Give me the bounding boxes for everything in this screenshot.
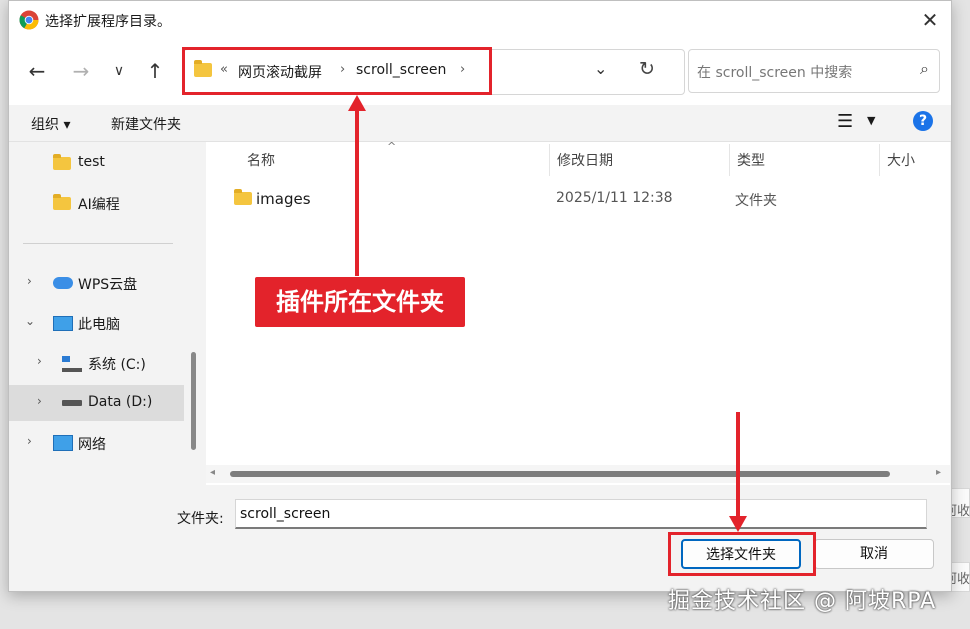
annotation-line (736, 412, 740, 518)
nav-item-label: AI编程 (78, 197, 120, 213)
search-box[interactable]: 在 scroll_screen 中搜索 ⌕ (688, 49, 940, 93)
nav-item-drive-c[interactable]: › 系统 (C:) (9, 345, 184, 381)
column-header-size[interactable]: 大小 (887, 150, 915, 170)
system-drive-icon (62, 356, 82, 372)
column-header-type[interactable]: 类型 (737, 150, 765, 170)
folder-icon (53, 154, 71, 170)
computer-icon (53, 316, 73, 331)
scrollbar-thumb[interactable] (230, 471, 890, 477)
forward-button[interactable]: → (67, 57, 95, 85)
file-name[interactable]: images (256, 190, 311, 208)
address-dropdown-button[interactable]: ⌄ (594, 59, 607, 78)
folder-field-label: 文件夹: (177, 511, 224, 527)
title-bar: 选择扩展程序目录。 ✕ (9, 1, 951, 39)
annotation-line (355, 108, 359, 276)
nav-item-label: test (78, 154, 105, 170)
nav-item-label: Data (D:) (88, 394, 153, 410)
chevron-down-icon[interactable]: ⌄ (25, 314, 35, 328)
file-type: 文件夹 (735, 193, 777, 209)
column-header-modified[interactable]: 修改日期 (557, 150, 613, 170)
nav-item-this-pc[interactable]: ⌄ 此电脑 (9, 305, 184, 341)
column-divider[interactable] (729, 144, 730, 176)
nav-item-label: 系统 (C:) (88, 357, 146, 373)
folder-icon (53, 194, 71, 210)
sort-caret-icon: ^ (387, 140, 397, 153)
chevron-down-icon: ∨ (113, 63, 125, 79)
watermark: 掘金技术社区 @ 阿坡RPA (668, 589, 937, 614)
nav-divider (23, 243, 173, 244)
search-input[interactable]: 在 scroll_screen 中搜索 (697, 62, 852, 82)
command-bar: 组织 ▾ 新建文件夹 ☰ ▼ ? (9, 105, 951, 142)
help-icon[interactable]: ? (913, 111, 933, 131)
cancel-button[interactable]: 取消 (814, 539, 934, 569)
arrow-right-icon: → (72, 59, 90, 83)
folder-icon (234, 189, 252, 205)
chevron-down-icon: ⌄ (594, 59, 608, 78)
view-options-icon[interactable]: ☰ (837, 111, 853, 132)
view-caret-icon[interactable]: ▼ (867, 114, 875, 127)
horizontal-scrollbar[interactable]: ◂ ▸ (206, 465, 950, 483)
nav-item-network[interactable]: › 网络 (9, 425, 184, 461)
close-icon: ✕ (921, 8, 939, 32)
arrow-up-annotation-icon (348, 95, 366, 111)
nav-scrollbar[interactable] (191, 352, 196, 450)
arrow-up-icon: ↑ (146, 59, 164, 83)
annotation-callout: 插件所在文件夹 (255, 277, 465, 327)
up-button[interactable]: ↑ (141, 57, 169, 85)
chrome-icon (19, 10, 39, 30)
column-header-name[interactable]: 名称 (247, 150, 275, 170)
nav-item-label: 网络 (78, 437, 106, 453)
recent-locations-button[interactable]: ∨ (105, 57, 133, 85)
window-title: 选择扩展程序目录。 (45, 14, 171, 30)
close-button[interactable]: ✕ (915, 7, 945, 33)
chevron-right-icon[interactable]: › (37, 394, 42, 408)
select-button-highlight-box (668, 532, 816, 576)
network-icon (53, 435, 73, 451)
new-folder-button[interactable]: 新建文件夹 (111, 114, 181, 134)
nav-item-ai[interactable]: AI编程 (9, 185, 184, 221)
refresh-button[interactable]: ↻ (639, 58, 655, 80)
search-icon: ⌕ (920, 59, 929, 78)
address-highlight-box (182, 47, 492, 95)
chevron-right-icon[interactable]: › (27, 274, 32, 288)
nav-item-test[interactable]: test (9, 145, 184, 181)
arrow-left-icon: ← (28, 59, 46, 83)
column-divider[interactable] (549, 144, 550, 176)
nav-item-drive-d[interactable]: › Data (D:) (9, 385, 184, 421)
organize-menu[interactable]: 组织 ▾ (31, 114, 70, 134)
cloud-icon (53, 277, 73, 289)
column-divider[interactable] (879, 144, 880, 176)
folder-name-input[interactable] (235, 499, 927, 529)
nav-item-label: WPS云盘 (78, 277, 138, 293)
file-modified: 2025/1/11 12:38 (556, 190, 673, 206)
nav-item-label: 此电脑 (78, 317, 120, 333)
drive-icon (62, 400, 82, 406)
nav-item-wps-cloud[interactable]: › WPS云盘 (9, 265, 184, 301)
chevron-right-icon[interactable]: › (27, 434, 32, 448)
back-button[interactable]: ← (23, 57, 51, 85)
refresh-icon: ↻ (639, 58, 655, 80)
arrow-down-annotation-icon (729, 516, 747, 532)
scroll-right-icon[interactable]: ▸ (936, 467, 941, 478)
chevron-right-icon[interactable]: › (37, 354, 42, 368)
navigation-pane: test AI编程 › WPS云盘 ⌄ 此电脑 › 系统 (C:) › Data… (9, 142, 205, 485)
scroll-left-icon[interactable]: ◂ (210, 467, 215, 478)
